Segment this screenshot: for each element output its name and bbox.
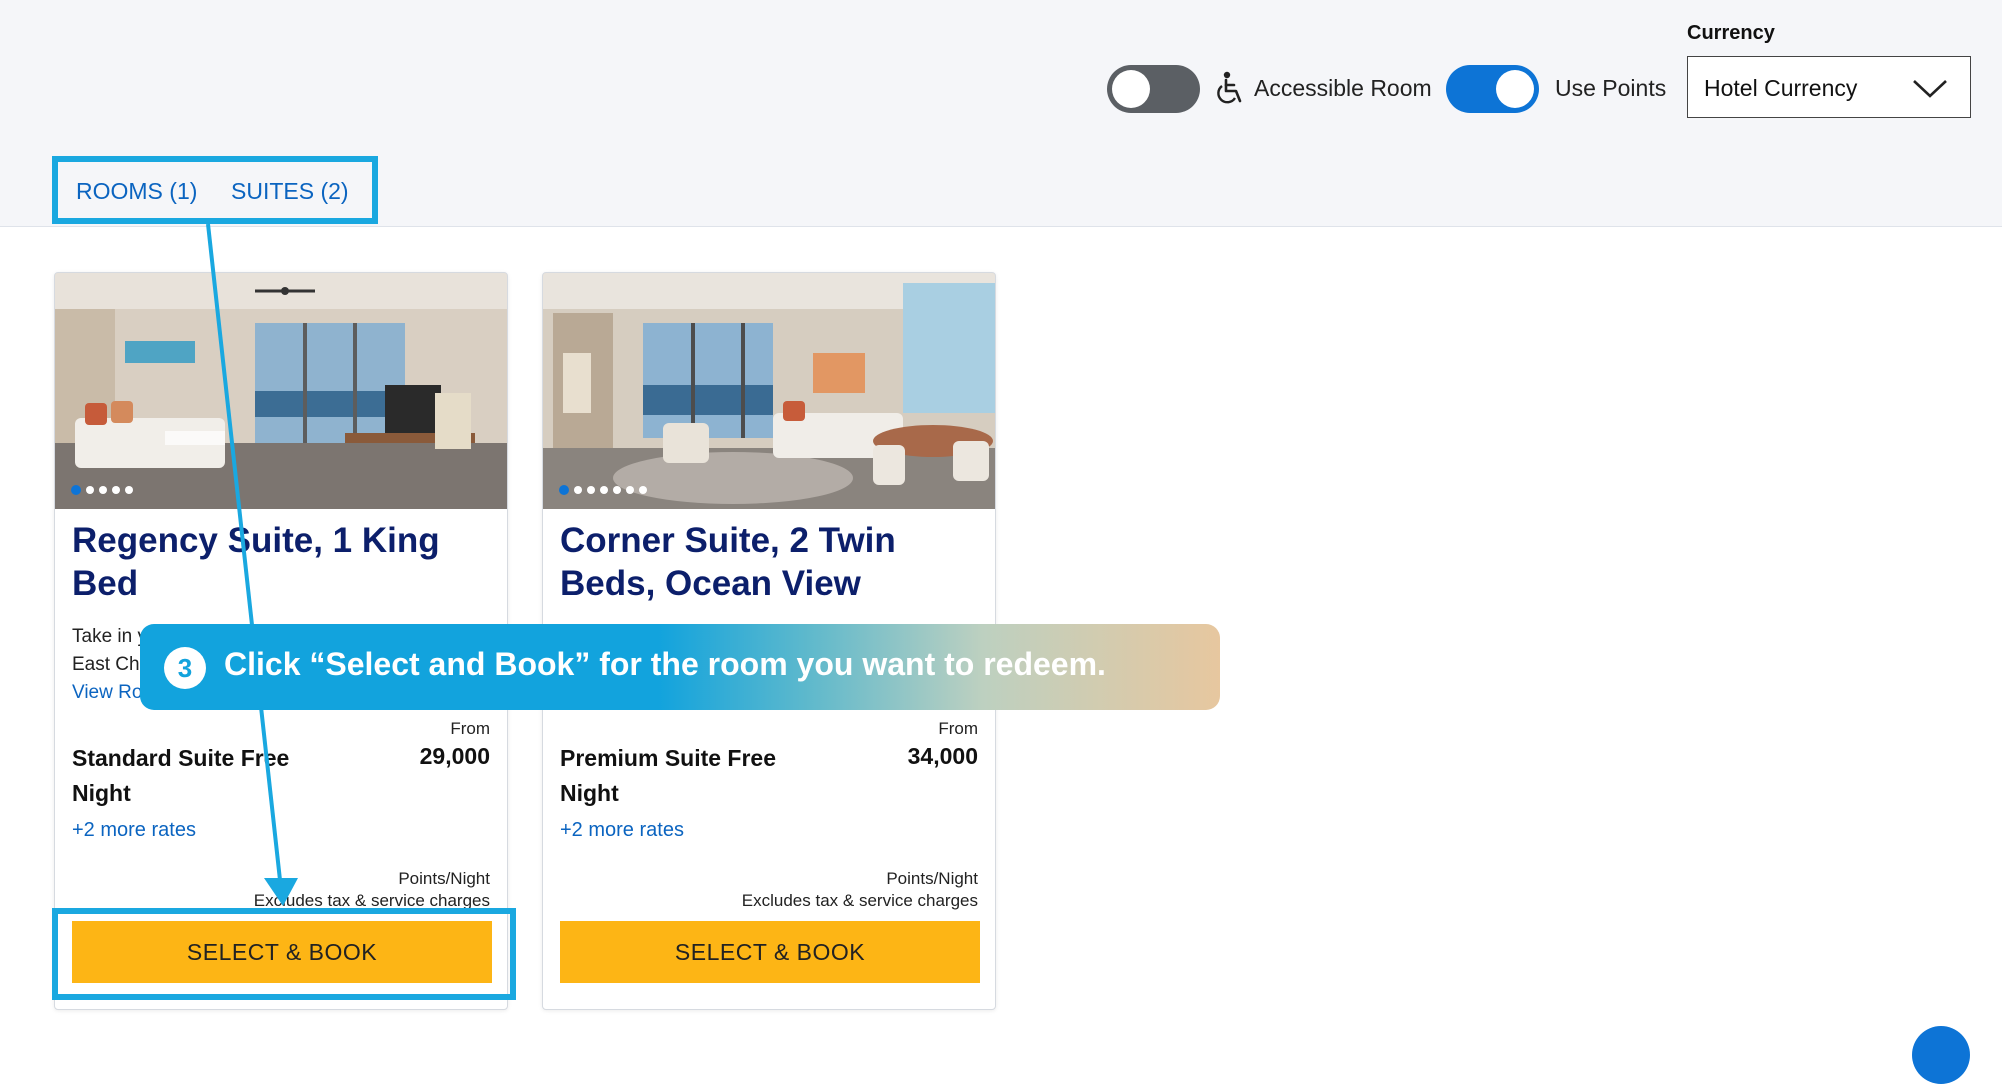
room-title: Regency Suite, 1 King Bed bbox=[72, 521, 440, 603]
carousel-dot[interactable] bbox=[86, 486, 94, 494]
use-points-label: Use Points bbox=[1555, 75, 1667, 101]
wheelchair-icon bbox=[1217, 71, 1242, 104]
from-label: From bbox=[938, 719, 978, 738]
carousel-dot[interactable] bbox=[587, 486, 595, 494]
carousel-dot[interactable] bbox=[613, 486, 621, 494]
currency-title: Currency bbox=[1687, 22, 1775, 44]
carousel-dot[interactable] bbox=[125, 486, 133, 494]
toggle-knob bbox=[1112, 70, 1150, 108]
accessible-room-label: Accessible Room bbox=[1254, 75, 1432, 101]
select-book-button[interactable]: SELECT & BOOK bbox=[560, 921, 980, 983]
from-label: From bbox=[450, 719, 490, 738]
step-number-badge: 3 bbox=[164, 647, 206, 689]
carousel-dot[interactable] bbox=[112, 486, 120, 494]
more-rates-link[interactable]: +2 more rates bbox=[560, 819, 684, 842]
help-chat-button[interactable] bbox=[1912, 1026, 1970, 1084]
carousel-dot[interactable] bbox=[626, 486, 634, 494]
carousel-dots[interactable] bbox=[559, 485, 647, 495]
rate-name: Premium Suite Free Night bbox=[560, 745, 777, 806]
points-price: 29,000 bbox=[419, 743, 490, 769]
tabs-highlight-box bbox=[52, 156, 378, 224]
points-per-night-label: Points/Night bbox=[886, 869, 978, 888]
button-highlight-box bbox=[52, 908, 516, 1000]
carousel-dots[interactable] bbox=[71, 485, 133, 495]
carousel-dot[interactable] bbox=[639, 486, 647, 494]
room-photo[interactable] bbox=[543, 273, 996, 509]
points-price: 34,000 bbox=[907, 743, 978, 769]
rate-name: Standard Suite Free Night bbox=[72, 745, 290, 806]
use-points-toggle[interactable] bbox=[1446, 65, 1539, 113]
currency-select[interactable]: Hotel Currency bbox=[1687, 56, 1971, 118]
carousel-dot[interactable] bbox=[99, 486, 107, 494]
chevron-down-icon bbox=[1913, 80, 1947, 98]
room-photo[interactable] bbox=[55, 273, 508, 509]
room-title: Corner Suite, 2 Twin Beds, Ocean View bbox=[560, 521, 896, 603]
points-per-night-label: Points/Night bbox=[398, 869, 490, 888]
excludes-tax-note: Excludes tax & service charges bbox=[741, 891, 978, 910]
instruction-text: Click “Select and Book” for the room you… bbox=[224, 646, 1106, 682]
currency-value: Hotel Currency bbox=[1704, 75, 1858, 101]
more-rates-link[interactable]: +2 more rates bbox=[72, 819, 196, 842]
instruction-banner: 3 Click “Select and Book” for the room y… bbox=[140, 624, 1220, 710]
carousel-dot[interactable] bbox=[71, 485, 81, 495]
toggle-knob bbox=[1496, 70, 1534, 108]
carousel-dot[interactable] bbox=[574, 486, 582, 494]
carousel-dot[interactable] bbox=[559, 485, 569, 495]
accessible-room-toggle[interactable] bbox=[1107, 65, 1200, 113]
carousel-dot[interactable] bbox=[600, 486, 608, 494]
